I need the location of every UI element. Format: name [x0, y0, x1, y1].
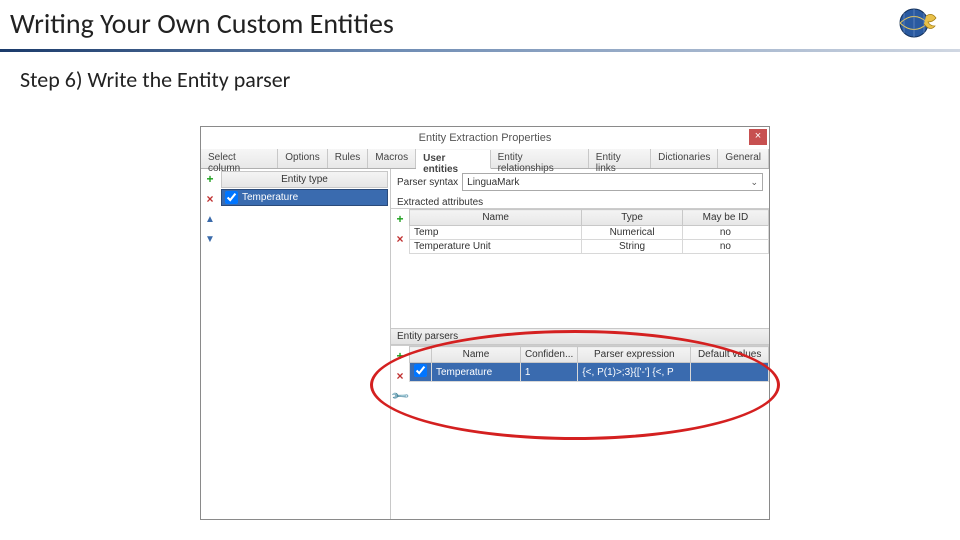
chevron-down-icon: ⌄ — [750, 177, 758, 188]
cell-name[interactable]: Temp — [410, 226, 582, 240]
col-defaults[interactable]: Default values — [691, 347, 769, 363]
cell-type[interactable]: String — [582, 240, 683, 254]
arrow-up-icon[interactable]: ▲ — [203, 213, 217, 227]
col-maybeid[interactable]: May be ID — [682, 210, 768, 226]
cell-expr[interactable]: {<, P(1)>;3}{['-'] {<, P — [578, 363, 691, 382]
table-row[interactable]: Temperature Unit String no — [410, 240, 769, 254]
cell-conf[interactable]: 1 — [520, 363, 577, 382]
parser-syntax-label: Parser syntax — [397, 177, 458, 188]
table-row[interactable]: Temp Numerical no — [410, 226, 769, 240]
entity-name: Temperature — [242, 192, 298, 203]
entity-detail-panel: Parser syntax LinguaMark ⌄ Extracted att… — [391, 169, 769, 519]
parsers-table: Name Confiden... Parser expression Defau… — [409, 346, 769, 382]
close-button[interactable]: × — [749, 129, 767, 145]
attributes-table: Name Type May be ID Temp Numerical no — [409, 209, 769, 254]
wrench-icon[interactable]: 🔧 — [393, 390, 407, 404]
dialog-title: Entity Extraction Properties — [419, 132, 552, 144]
entity-parsers-label: Entity parsers — [391, 328, 769, 345]
cell-id[interactable]: no — [682, 226, 768, 240]
tab-entity-relationships[interactable]: Entity relationships — [491, 149, 589, 168]
slide-title: Writing Your Own Custom Entities — [0, 0, 960, 52]
company-logo — [896, 6, 942, 40]
tab-entity-links[interactable]: Entity links — [589, 149, 651, 168]
dialog-tabs: Select column Options Rules Macros User … — [201, 149, 769, 169]
entity-row-selected[interactable]: Temperature — [221, 189, 388, 206]
entity-extraction-dialog: Entity Extraction Properties × Select co… — [200, 126, 770, 520]
parser-syntax-select[interactable]: LinguaMark ⌄ — [462, 173, 763, 191]
tab-user-entities[interactable]: User entities — [416, 150, 491, 169]
parser-syntax-value: LinguaMark — [467, 177, 519, 188]
tab-general[interactable]: General — [718, 149, 769, 168]
extracted-attributes-label: Extracted attributes — [391, 195, 769, 208]
delete-icon[interactable]: × — [393, 370, 407, 384]
arrow-down-icon[interactable]: ▼ — [203, 233, 217, 247]
slide-subtitle: Step 6) Write the Entity parser — [20, 66, 960, 93]
cell-type[interactable]: Numerical — [582, 226, 683, 240]
cell-name[interactable]: Temperature — [432, 363, 521, 382]
delete-icon[interactable]: × — [393, 233, 407, 247]
entity-type-panel: + × ▲ ▼ Entity type Temperature — [201, 169, 391, 519]
entity-type-header: Entity type — [221, 171, 388, 188]
dialog-titlebar: Entity Extraction Properties × — [201, 127, 769, 149]
tab-dictionaries[interactable]: Dictionaries — [651, 149, 718, 168]
tab-rules[interactable]: Rules — [328, 149, 369, 168]
cell-defaults[interactable] — [691, 363, 769, 382]
col-conf[interactable]: Confiden... — [520, 347, 577, 363]
cell-id[interactable]: no — [682, 240, 768, 254]
col-name[interactable]: Name — [432, 347, 521, 363]
parser-row[interactable]: Temperature 1 {<, P(1)>;3}{['-'] {<, P — [410, 363, 769, 382]
cell-name[interactable]: Temperature Unit — [410, 240, 582, 254]
tab-macros[interactable]: Macros — [368, 149, 416, 168]
col-name[interactable]: Name — [410, 210, 582, 226]
col-check[interactable] — [410, 347, 432, 363]
col-expr[interactable]: Parser expression — [578, 347, 691, 363]
delete-icon[interactable]: × — [203, 193, 217, 207]
parser-checkbox[interactable] — [414, 364, 427, 377]
plus-icon[interactable]: + — [393, 350, 407, 364]
plus-icon[interactable]: + — [203, 173, 217, 187]
tab-select-column[interactable]: Select column — [201, 149, 278, 168]
entity-checkbox[interactable] — [225, 191, 238, 204]
plus-icon[interactable]: + — [393, 213, 407, 227]
tab-options[interactable]: Options — [278, 149, 327, 168]
col-type[interactable]: Type — [582, 210, 683, 226]
